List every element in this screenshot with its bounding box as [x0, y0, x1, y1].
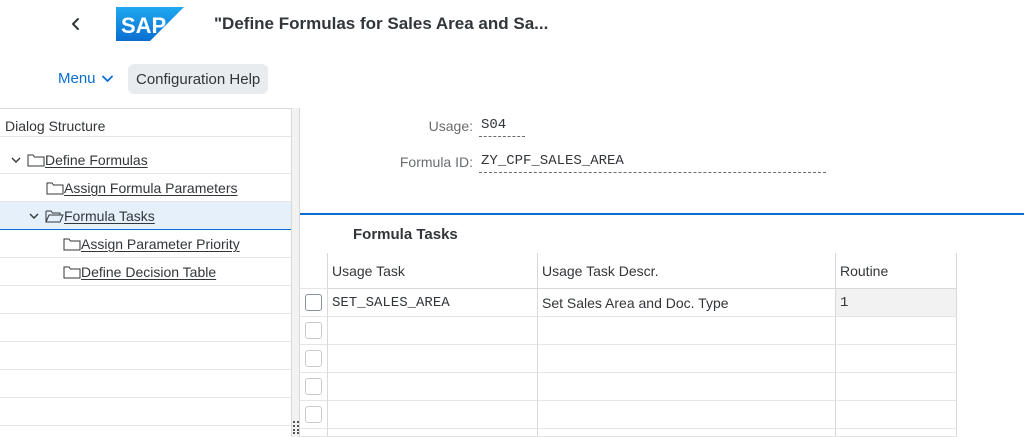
- cell-usage-task-descr[interactable]: [538, 401, 836, 429]
- tree-label: Define Decision Table: [81, 264, 217, 280]
- usage-label: Usage:: [428, 118, 473, 134]
- cell-routine[interactable]: [836, 373, 957, 401]
- tree-item-define-formulas[interactable]: Define Formulas: [10, 152, 148, 168]
- select-all-cell: [300, 253, 328, 289]
- cell-usage-task[interactable]: [328, 317, 538, 345]
- panel-splitter[interactable]: [291, 108, 300, 437]
- cell-usage-task-descr[interactable]: [538, 429, 836, 437]
- chevron-down-icon: [101, 75, 113, 82]
- svg-text:SAP: SAP: [121, 13, 166, 38]
- formula-tasks-title: Formula Tasks: [353, 226, 458, 243]
- tree-row-empty: [0, 370, 291, 398]
- tree-row-define-decision-table[interactable]: Define Decision Table: [0, 258, 291, 286]
- tree-row-formula-tasks[interactable]: Formula Tasks: [0, 202, 291, 230]
- cell-routine[interactable]: [836, 317, 957, 345]
- cell-routine[interactable]: [836, 345, 957, 373]
- dialog-structure-panel: Dialog Structure Define Formulas Assign …: [0, 108, 291, 437]
- chevron-down-icon[interactable]: [10, 155, 22, 165]
- formula-id-field[interactable]: ZY_CPF_SALES_AREA: [479, 153, 826, 173]
- column-header-usage-task-descr[interactable]: Usage Task Descr.: [538, 253, 836, 289]
- folder-icon: [63, 266, 81, 279]
- row-checkbox[interactable]: [305, 406, 322, 423]
- row-selector[interactable]: [300, 401, 328, 429]
- toolbar: Menu Configuration Help: [0, 60, 1024, 96]
- tree-item-assign-parameter-priority[interactable]: Assign Parameter Priority: [63, 236, 240, 252]
- cell-usage-task-descr[interactable]: [538, 317, 836, 345]
- back-button[interactable]: [62, 10, 90, 38]
- row-checkbox[interactable]: [305, 294, 322, 311]
- configuration-help-button[interactable]: Configuration Help: [128, 64, 269, 94]
- folder-icon: [63, 238, 81, 251]
- tree-row-assign-formula-parameters[interactable]: Assign Formula Parameters: [0, 174, 291, 202]
- row-checkbox[interactable]: [305, 378, 322, 395]
- folder-icon: [27, 154, 45, 167]
- tree-label: Assign Parameter Priority: [81, 236, 240, 252]
- cell-usage-task[interactable]: [328, 345, 538, 373]
- tree-label: Formula Tasks: [64, 208, 155, 224]
- usage-field[interactable]: S04: [479, 117, 525, 137]
- cell-routine[interactable]: [836, 401, 957, 429]
- row-checkbox[interactable]: [305, 350, 322, 367]
- menu-button[interactable]: Menu: [52, 65, 119, 92]
- formula-id-label: Formula ID:: [399, 154, 473, 170]
- tree-item-define-decision-table[interactable]: Define Decision Table: [63, 264, 216, 280]
- cell-usage-task-descr[interactable]: [538, 373, 836, 401]
- row-selector[interactable]: [300, 317, 328, 345]
- folder-icon: [46, 182, 64, 195]
- row-selector[interactable]: [300, 289, 328, 317]
- tree-row-empty: [0, 286, 291, 314]
- tree-label: Define Formulas: [45, 152, 148, 168]
- formula-tasks-table: Usage Task Usage Task Descr. Routine SET…: [300, 253, 1024, 437]
- dialog-structure-header: Dialog Structure: [5, 118, 106, 134]
- column-header-routine[interactable]: Routine: [836, 253, 957, 289]
- chevron-left-icon: [72, 18, 79, 30]
- drag-grip-icon[interactable]: [293, 421, 299, 435]
- column-header-usage-task[interactable]: Usage Task: [328, 253, 538, 289]
- tree-row-empty: [0, 314, 291, 342]
- shell-bar: SAP "Define Formulas for Sales Area and …: [0, 0, 1024, 50]
- row-selector[interactable]: [300, 345, 328, 373]
- tree-row-empty: [0, 398, 291, 426]
- dialog-structure-header-row: Dialog Structure: [0, 109, 291, 137]
- tree-row-empty: [0, 342, 291, 370]
- tree-row-define-formulas[interactable]: Define Formulas: [0, 146, 291, 174]
- tree-row-assign-parameter-priority[interactable]: Assign Parameter Priority: [0, 230, 291, 258]
- sap-logo[interactable]: SAP: [116, 7, 184, 41]
- tree-item-assign-formula-parameters[interactable]: Assign Formula Parameters: [46, 180, 238, 196]
- cell-usage-task-descr[interactable]: [538, 345, 836, 373]
- menu-label: Menu: [58, 70, 96, 87]
- cell-usage-task[interactable]: SET_SALES_AREA: [328, 289, 538, 317]
- cell-usage-task-descr[interactable]: Set Sales Area and Doc. Type: [538, 289, 836, 317]
- app-title: "Define Formulas for Sales Area and Sa..…: [214, 14, 549, 33]
- chevron-down-icon[interactable]: [28, 211, 40, 221]
- row-checkbox[interactable]: [305, 322, 322, 339]
- row-selector[interactable]: [300, 429, 328, 437]
- open-folder-icon: [45, 210, 64, 223]
- section-divider: [300, 213, 1024, 215]
- cell-routine[interactable]: [836, 429, 957, 437]
- cell-routine[interactable]: 1: [836, 289, 957, 317]
- cell-usage-task[interactable]: [328, 373, 538, 401]
- tree-row-empty: [0, 426, 291, 437]
- cell-usage-task[interactable]: [328, 429, 538, 437]
- cell-usage-task[interactable]: [328, 401, 538, 429]
- row-selector[interactable]: [300, 373, 328, 401]
- tree-item-formula-tasks[interactable]: Formula Tasks: [28, 208, 155, 224]
- tree-label: Assign Formula Parameters: [64, 180, 238, 196]
